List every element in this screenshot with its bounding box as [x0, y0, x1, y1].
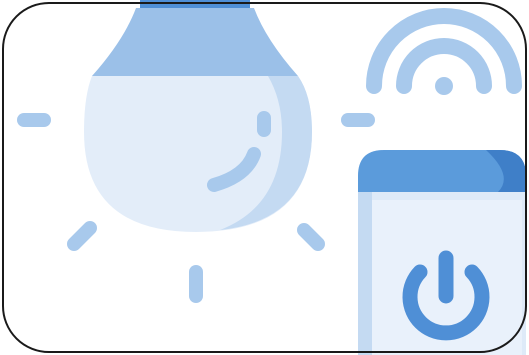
- wifi-signal-icon: [366, 8, 522, 95]
- illustration-canvas: [2, 0, 527, 355]
- ray-lower-left: [67, 221, 97, 251]
- remote-control-icon: [358, 150, 526, 355]
- ray-lower-right: [297, 223, 325, 251]
- smart-home-illustration: [0, 0, 529, 355]
- light-bulb-icon: [84, 0, 312, 232]
